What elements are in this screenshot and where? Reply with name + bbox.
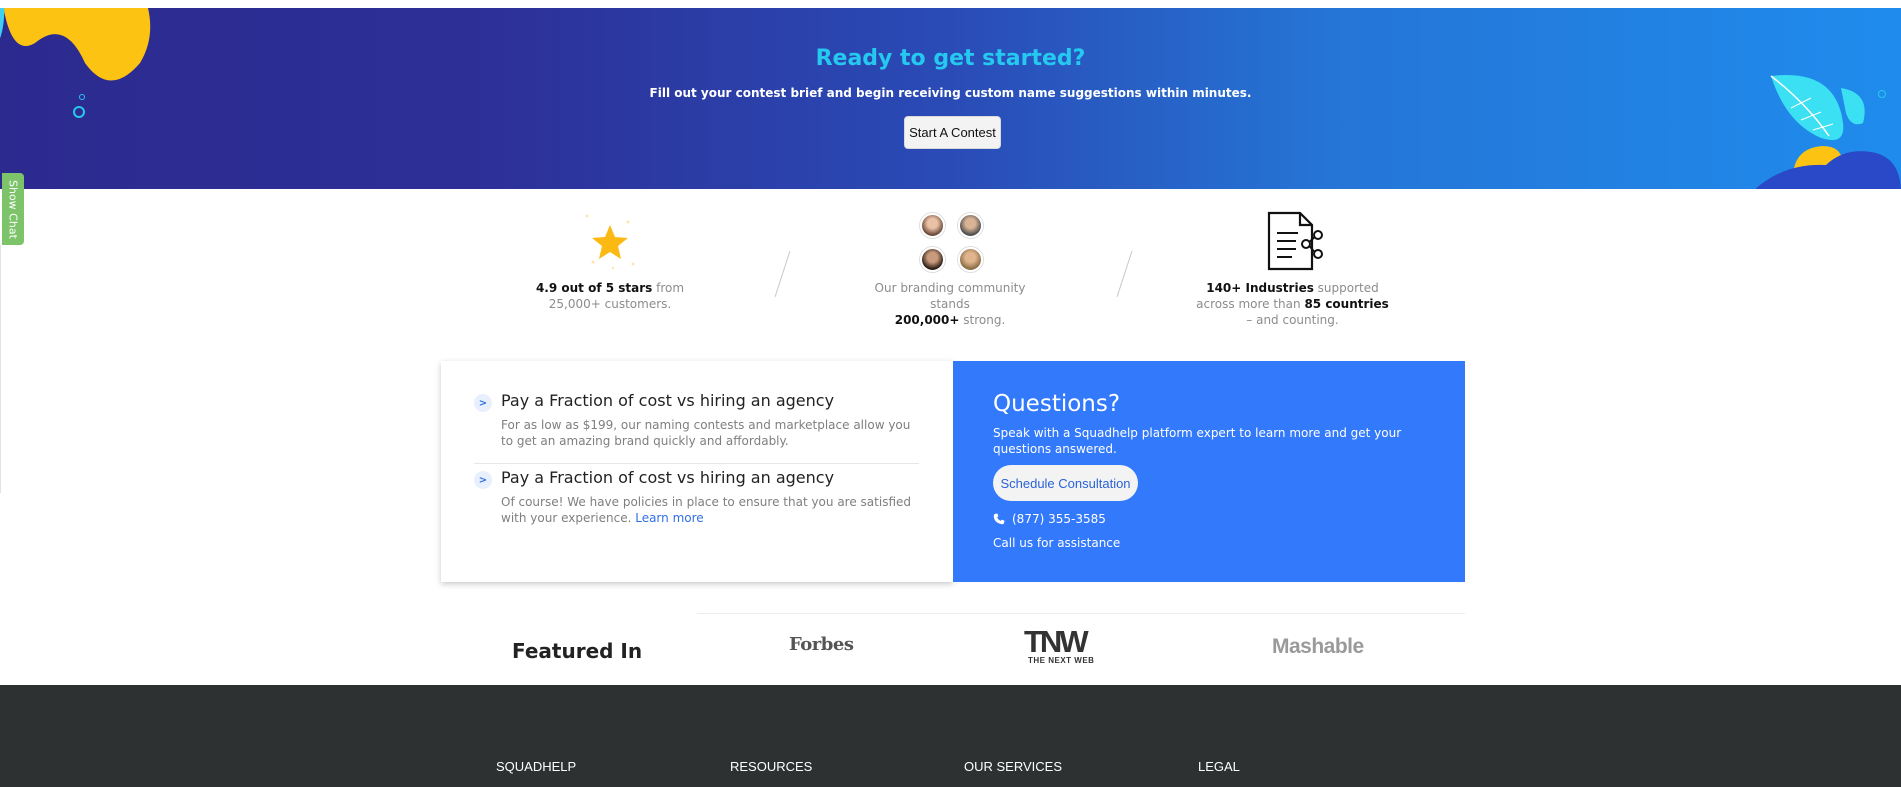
avatar	[958, 247, 983, 272]
stat-industries: 140+ Industries supported across more th…	[1195, 280, 1390, 328]
faq-title: Pay a Fraction of cost vs hiring an agen…	[501, 391, 835, 410]
forbes-logo: Forbes	[789, 634, 854, 655]
chevron-right-icon[interactable]: >	[474, 471, 492, 489]
tnw-logo: TNW THE NEXT WEB	[1024, 624, 1095, 665]
faq-text: For as low as $199, our naming contests …	[501, 418, 911, 448]
footer-heading-services: OUR SERVICES	[964, 759, 1063, 774]
stat-rating-value: 4.9 out of 5 stars	[535, 281, 653, 295]
show-chat-label: Show Chat	[6, 179, 20, 239]
chevron-right-icon[interactable]: >	[474, 394, 492, 412]
mashable-logo: Mashable	[1272, 635, 1364, 658]
featured-divider	[697, 613, 1465, 614]
stat-rating: 4.9 out of 5 stars from 25,000+ customer…	[515, 280, 705, 312]
footer-heading-resources: RESOURCES	[730, 759, 813, 774]
questions-text: Speak with a Squadhelp platform expert t…	[993, 426, 1402, 456]
assistance-text: Call us for assistance	[993, 536, 1121, 550]
phone-number[interactable]: (877) 355-3585	[1012, 512, 1106, 526]
tnw-logo-mark: TNW	[1024, 624, 1089, 659]
stat-countries-value: 85 countries	[1304, 297, 1389, 311]
stat-community-suffix: strong.	[959, 313, 1006, 327]
document-share-icon	[1267, 211, 1323, 271]
faq-card: > Pay a Fraction of cost vs hiring an ag…	[441, 361, 953, 582]
tnw-logo-text: THE NEXT WEB	[1028, 656, 1095, 665]
stat-community-value: 200,000+	[894, 313, 960, 327]
cta-banner: Ready to get started? Fill out your cont…	[0, 8, 1901, 189]
avatar	[920, 247, 945, 272]
footer-heading-squadhelp: SQUADHELP	[496, 759, 577, 774]
schedule-consultation-button[interactable]: Schedule Consultation	[993, 465, 1138, 501]
start-contest-button[interactable]: Start A Contest	[904, 116, 1001, 149]
stat-industries-value: 140+ Industries	[1206, 281, 1314, 295]
avatar	[958, 213, 983, 238]
cta-title: Ready to get started?	[815, 46, 1086, 71]
cta-subtitle: Fill out your contest brief and begin re…	[649, 86, 1252, 100]
questions-title: Questions?	[993, 391, 1121, 417]
featured-in-title: Featured In	[512, 639, 643, 663]
faq-text-container: Of course! We have policies in place to …	[501, 494, 919, 526]
questions-card: Questions? Speak with a Squadhelp platfo…	[953, 361, 1465, 582]
page-edge-line	[0, 245, 1, 493]
faq-item: > Pay a Fraction of cost vs hiring an ag…	[474, 467, 919, 526]
star-icon	[585, 214, 635, 270]
avatar	[920, 213, 945, 238]
faq-text: Of course! We have policies in place to …	[501, 495, 911, 525]
stat-industries-suffix: – and counting.	[1246, 313, 1339, 327]
learn-more-link[interactable]: Learn more	[635, 511, 703, 525]
stat-divider	[1116, 251, 1133, 297]
faq-title: Pay a Fraction of cost vs hiring an agen…	[501, 468, 835, 487]
footer: SQUADHELP RESOURCES OUR SERVICES LEGAL	[0, 685, 1901, 787]
decorative-leaf-illustration	[1755, 74, 1901, 189]
decorative-ring	[73, 106, 85, 118]
phone-icon	[993, 513, 1005, 525]
show-chat-tab[interactable]: Show Chat	[2, 173, 24, 245]
faq-divider	[474, 463, 919, 464]
community-avatars	[920, 213, 990, 275]
stat-community-text: Our branding community stands	[874, 281, 1026, 311]
stat-community: Our branding community stands 200,000+ s…	[855, 280, 1045, 328]
faq-item: > Pay a Fraction of cost vs hiring an ag…	[474, 390, 919, 449]
stat-divider	[774, 251, 791, 297]
footer-heading-legal: LEGAL	[1198, 759, 1240, 774]
